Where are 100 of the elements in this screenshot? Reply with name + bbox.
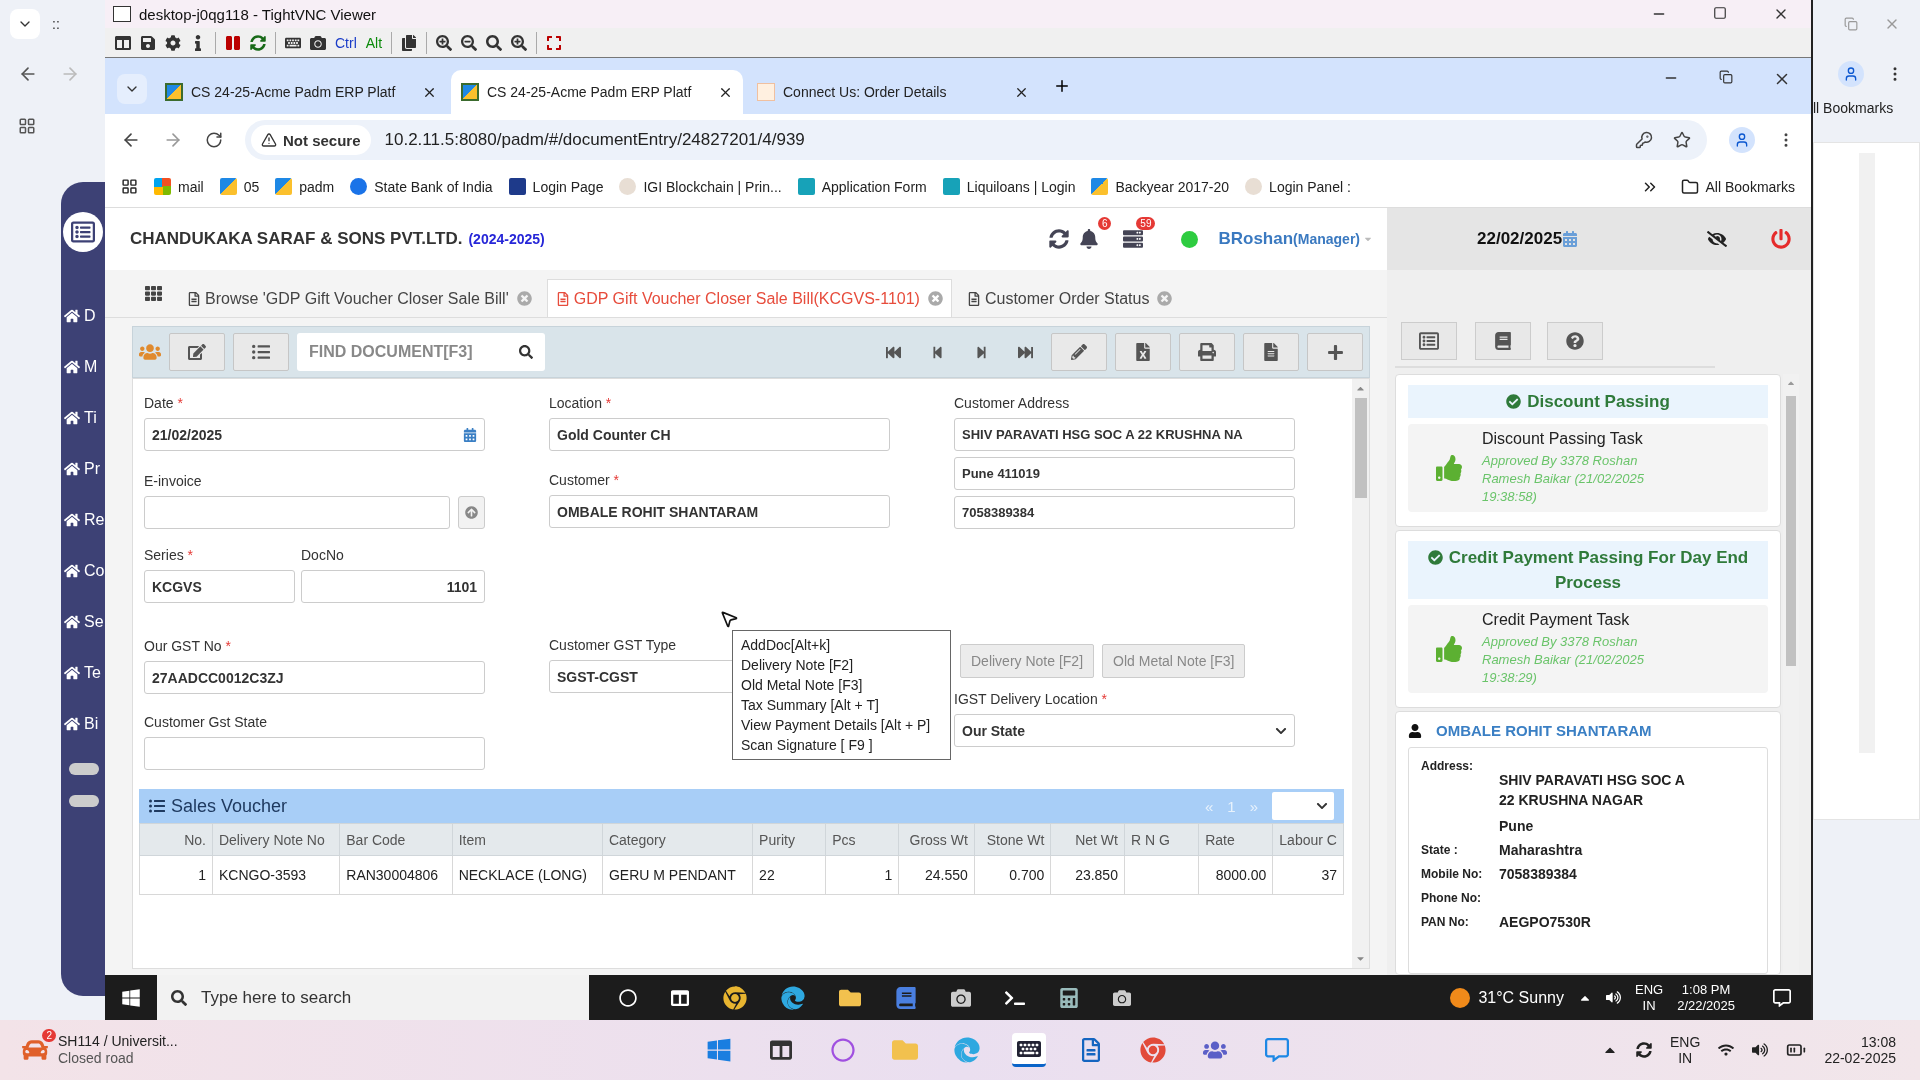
server-icon[interactable] bbox=[1123, 229, 1144, 249]
apps-icon[interactable] bbox=[121, 178, 138, 195]
search-field[interactable]: Type here to search bbox=[157, 975, 589, 1020]
sidebar-item[interactable]: Te bbox=[61, 647, 105, 698]
scrollbar-thumb[interactable] bbox=[1786, 396, 1796, 666]
bell-icon[interactable] bbox=[1079, 229, 1100, 249]
sidebar-item[interactable]: Se bbox=[61, 596, 105, 647]
next-icon[interactable] bbox=[974, 345, 988, 359]
toolbar-icon[interactable] bbox=[401, 34, 418, 51]
profile-icon[interactable] bbox=[1838, 61, 1864, 87]
bookmark[interactable]: Login Page bbox=[508, 178, 604, 195]
toolbar-icon[interactable] bbox=[461, 34, 478, 51]
help-button[interactable] bbox=[1547, 322, 1603, 360]
sidebar-item[interactable]: Bi bbox=[61, 698, 105, 749]
toolbar-icon[interactable] bbox=[546, 34, 563, 51]
toolbar-icon[interactable] bbox=[511, 34, 528, 51]
text-field[interactable]: Gold Counter CH bbox=[549, 418, 890, 451]
add-button[interactable] bbox=[1307, 333, 1363, 371]
bookmark[interactable]: Application Form bbox=[797, 178, 927, 195]
star-icon[interactable] bbox=[1673, 131, 1691, 149]
toolbar-icon[interactable] bbox=[486, 34, 503, 51]
toggle[interactable] bbox=[69, 795, 99, 807]
date-field[interactable]: 21/02/2025 bbox=[144, 418, 485, 451]
sidebar-item[interactable]: Re bbox=[61, 494, 105, 545]
news-title[interactable]: SH114 / Universit... bbox=[58, 1033, 178, 1050]
edit-button[interactable] bbox=[169, 333, 225, 371]
list-button[interactable] bbox=[233, 333, 289, 371]
print-button[interactable] bbox=[1179, 333, 1235, 371]
bookmark[interactable]: padm bbox=[275, 178, 335, 195]
browser-tab[interactable]: Connect Us: Order Details bbox=[747, 70, 1039, 114]
browser-tab[interactable]: CS 24-25-Acme Padm ERP Platf bbox=[155, 70, 447, 114]
book-button[interactable] bbox=[1475, 322, 1531, 360]
security-chip[interactable]: Not secure bbox=[251, 125, 371, 155]
bookmark[interactable]: All Bookmarks bbox=[1680, 177, 1795, 196]
text-field[interactable]: KCGVS bbox=[144, 570, 295, 603]
address-bar[interactable]: Not secure 10.2.11.5:8080/padm/#/documentEntry/24827201/4/939 bbox=[245, 120, 1707, 160]
sidebar-item[interactable]: Pr bbox=[61, 443, 105, 494]
user-menu[interactable]: BRoshan(Manager) bbox=[1218, 229, 1373, 249]
bookmark[interactable]: Liquiloans | Login bbox=[942, 178, 1076, 195]
sidebar-item[interactable]: D bbox=[61, 290, 105, 341]
text-field[interactable]: 27AADCC0012C3ZJ bbox=[144, 661, 485, 694]
car-icon[interactable] bbox=[22, 1037, 48, 1063]
bookmark[interactable]: ll Bookmarks bbox=[1813, 100, 1920, 130]
last-icon[interactable] bbox=[1017, 344, 1033, 360]
webcam-icon[interactable] bbox=[951, 987, 971, 1008]
webcam-icon[interactable] bbox=[1113, 988, 1131, 1007]
bookmark[interactable]: IGI Blockchain | Prin... bbox=[619, 178, 782, 195]
tab-list-button[interactable] bbox=[10, 9, 40, 39]
profile-icon[interactable] bbox=[1729, 127, 1755, 153]
upload-button[interactable] bbox=[458, 496, 485, 529]
menu-item[interactable]: AddDoc[Alt+k] bbox=[741, 635, 942, 655]
text-field[interactable]: OMBALE ROHIT SHANTARAM bbox=[549, 495, 890, 528]
document-tab[interactable]: GDP Gift Voucher Closer Sale Bill(KCGVS-1101) bbox=[546, 279, 952, 317]
calculator-icon[interactable] bbox=[1059, 987, 1079, 1008]
browser-tab[interactable]: CS 24-25-Acme Padm ERP Platf bbox=[451, 70, 743, 114]
speaker-icon[interactable] bbox=[1752, 1042, 1769, 1058]
grid-icon[interactable] bbox=[145, 285, 162, 302]
toggle[interactable] bbox=[69, 763, 99, 775]
key-button[interactable]: Ctrl bbox=[335, 34, 357, 51]
find-field[interactable]: FIND DOCUMENT[F3] bbox=[297, 333, 545, 371]
new-tab-icon[interactable] bbox=[1053, 77, 1071, 95]
toolbar-icon[interactable] bbox=[310, 34, 326, 51]
speaker-icon[interactable] bbox=[1606, 990, 1621, 1005]
sidebar-item[interactable]: Co bbox=[61, 545, 105, 596]
weather-text[interactable]: 31°C Sunny bbox=[1478, 988, 1564, 1007]
bookmark[interactable]: Backyear 2017-20 bbox=[1091, 178, 1230, 195]
cancel-document-button[interactable] bbox=[1115, 333, 1171, 371]
task-view-icon[interactable] bbox=[671, 988, 689, 1007]
language-indicator[interactable]: ENG IN bbox=[1670, 1034, 1701, 1066]
text-field[interactable] bbox=[144, 496, 450, 529]
menu-item[interactable]: Scan Signature [ F9 ] bbox=[741, 735, 942, 755]
document-button[interactable] bbox=[1243, 333, 1299, 371]
wifi-icon[interactable] bbox=[1718, 1042, 1735, 1058]
toolbar-icon[interactable] bbox=[436, 34, 453, 51]
menu-item[interactable]: View Payment Details [Alt + P] bbox=[741, 715, 942, 735]
key-button[interactable]: Alt bbox=[365, 34, 383, 51]
address-field[interactable]: Pune 411019 bbox=[954, 457, 1295, 490]
refresh-icon[interactable] bbox=[1049, 229, 1070, 249]
apps-icon[interactable] bbox=[18, 117, 36, 135]
key-icon[interactable] bbox=[1635, 131, 1653, 149]
chrome-icon[interactable] bbox=[723, 985, 747, 1010]
list-button[interactable] bbox=[1401, 322, 1457, 360]
clock[interactable]: 13:08 22-02-2025 bbox=[1824, 1034, 1896, 1066]
menu-item[interactable]: Tax Summary [Alt + T] bbox=[741, 695, 942, 715]
tab-list-button[interactable] bbox=[117, 74, 147, 104]
toolbar-icon[interactable] bbox=[115, 34, 131, 51]
bookmark[interactable]: Login Panel : bbox=[1245, 178, 1351, 195]
sidebar-item[interactable]: M bbox=[61, 341, 105, 392]
restore-icon[interactable] bbox=[1719, 70, 1733, 84]
text-field[interactable]: 1101 bbox=[301, 570, 485, 603]
previous-icon[interactable] bbox=[930, 345, 944, 359]
address-field[interactable]: SHIV PARAVATI HSG SOC A 22 KRUSHNA NA bbox=[954, 418, 1295, 451]
clock[interactable]: 1:08 PM 2/22/2025 bbox=[1677, 981, 1735, 1014]
pencil-button[interactable] bbox=[1051, 333, 1107, 371]
bookmark[interactable]: State Bank of India bbox=[350, 178, 493, 195]
sidebar-item[interactable]: Ti bbox=[61, 392, 105, 443]
text-field[interactable] bbox=[144, 737, 485, 770]
sync-icon[interactable] bbox=[1636, 1042, 1653, 1058]
select-field[interactable]: Our State bbox=[954, 714, 1295, 747]
toolbar-icon[interactable] bbox=[140, 34, 156, 51]
